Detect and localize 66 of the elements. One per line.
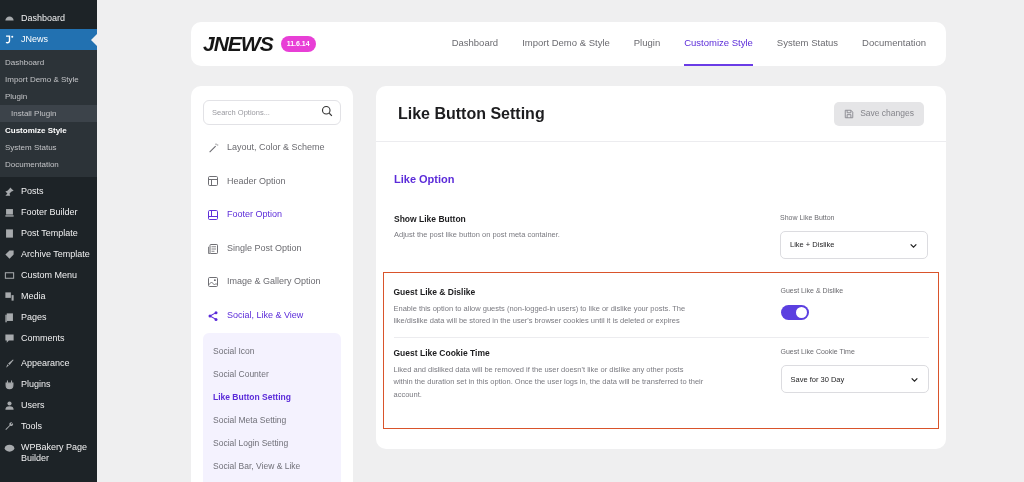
- menu-item[interactable]: Pages: [0, 307, 97, 328]
- option-nav-item[interactable]: Image & Gallery Option: [203, 265, 341, 299]
- wrench-icon: [4, 421, 15, 432]
- menu-item[interactable]: Users: [0, 395, 97, 416]
- submenu-item[interactable]: Social Bar, View & Like: [213, 454, 331, 478]
- submenu-item[interactable]: Import Demo & Style: [0, 71, 97, 88]
- brush-icon: [4, 358, 15, 369]
- submenu-item[interactable]: Install Plugin: [0, 105, 97, 122]
- user-icon: [4, 400, 15, 411]
- document-icon: [207, 242, 219, 255]
- setting-title: Guest Like Cookie Time: [393, 346, 491, 360]
- wand-icon: [207, 141, 219, 154]
- menu-item[interactable]: Custom Menu: [0, 265, 97, 286]
- menu-item[interactable]: Appearance: [0, 353, 97, 374]
- speech-bubble-icon: [4, 333, 15, 344]
- share-icon: [207, 309, 219, 322]
- tag-icon: [4, 249, 15, 260]
- pages-icon: [4, 312, 15, 323]
- nav-tab[interactable]: System Status: [776, 22, 839, 66]
- search-icon: [321, 104, 333, 117]
- submenu-item[interactable]: Dashboard: [0, 54, 97, 71]
- section-heading: Like Option: [394, 172, 456, 187]
- nav-tab[interactable]: Plugin: [633, 22, 661, 66]
- submenu-item[interactable]: Like Button Setting: [213, 385, 331, 409]
- menu-item[interactable]: Plugins: [0, 374, 97, 395]
- menu-item[interactable]: Footer Builder: [0, 202, 97, 223]
- logo-icon: [4, 34, 15, 45]
- submenu-item[interactable]: Social Meta Setting: [213, 408, 331, 432]
- menu-item[interactable]: Dashboard: [0, 8, 97, 29]
- submenu-item[interactable]: Social Icon: [213, 339, 331, 363]
- nav-tab[interactable]: Dashboard: [451, 22, 499, 66]
- option-nav-item[interactable]: Layout, Color & Scheme: [203, 131, 341, 165]
- menu-item[interactable]: JNews: [0, 29, 97, 50]
- page-title: Like Button Setting: [398, 103, 545, 124]
- monitor-icon: [4, 207, 15, 218]
- menu-item[interactable]: WPBakery Page Builder: [0, 437, 97, 469]
- submenu-item[interactable]: Customize Style: [0, 122, 97, 139]
- menu-item[interactable]: Tools: [0, 416, 97, 437]
- setting-title: Show Like Button: [394, 212, 467, 226]
- menu-item[interactable]: Post Template: [0, 223, 97, 244]
- plug-icon: [4, 379, 15, 390]
- submenu-item[interactable]: System Status: [0, 139, 97, 156]
- option-nav-item[interactable]: Social, Like & View: [203, 298, 341, 333]
- submenu-item[interactable]: Plugin: [0, 88, 97, 105]
- setting-title: Guest Like & Dislike: [393, 286, 477, 299]
- document-icon: [4, 228, 15, 239]
- submenu-item[interactable]: Social Counter: [213, 362, 331, 386]
- nav-tab[interactable]: Documentation: [862, 22, 926, 66]
- menu-item[interactable]: Archive Template: [0, 244, 97, 265]
- image-icon: [207, 276, 219, 289]
- submenu-item[interactable]: Documentation: [0, 156, 97, 173]
- option-nav-item[interactable]: Footer Option: [203, 198, 341, 232]
- option-nav-item[interactable]: Header Option: [203, 164, 341, 199]
- nav-tab[interactable]: Customize Style: [684, 22, 753, 66]
- submenu-item[interactable]: Social Login Setting: [213, 431, 331, 455]
- nav-tab[interactable]: Import Demo & Style: [522, 22, 610, 66]
- toggle-switch[interactable]: [780, 304, 809, 320]
- menu-item[interactable]: Comments: [0, 328, 97, 349]
- layout-icon: [207, 175, 219, 188]
- footer-layout-icon: [207, 209, 219, 221]
- logo: JNEWS: [203, 31, 273, 58]
- pin-icon: [4, 186, 15, 197]
- option-nav-item[interactable]: Single Post Option: [203, 231, 341, 266]
- save-icon: [844, 108, 855, 119]
- menu-item[interactable]: Posts: [0, 181, 97, 202]
- menu-item[interactable]: Media: [0, 286, 97, 307]
